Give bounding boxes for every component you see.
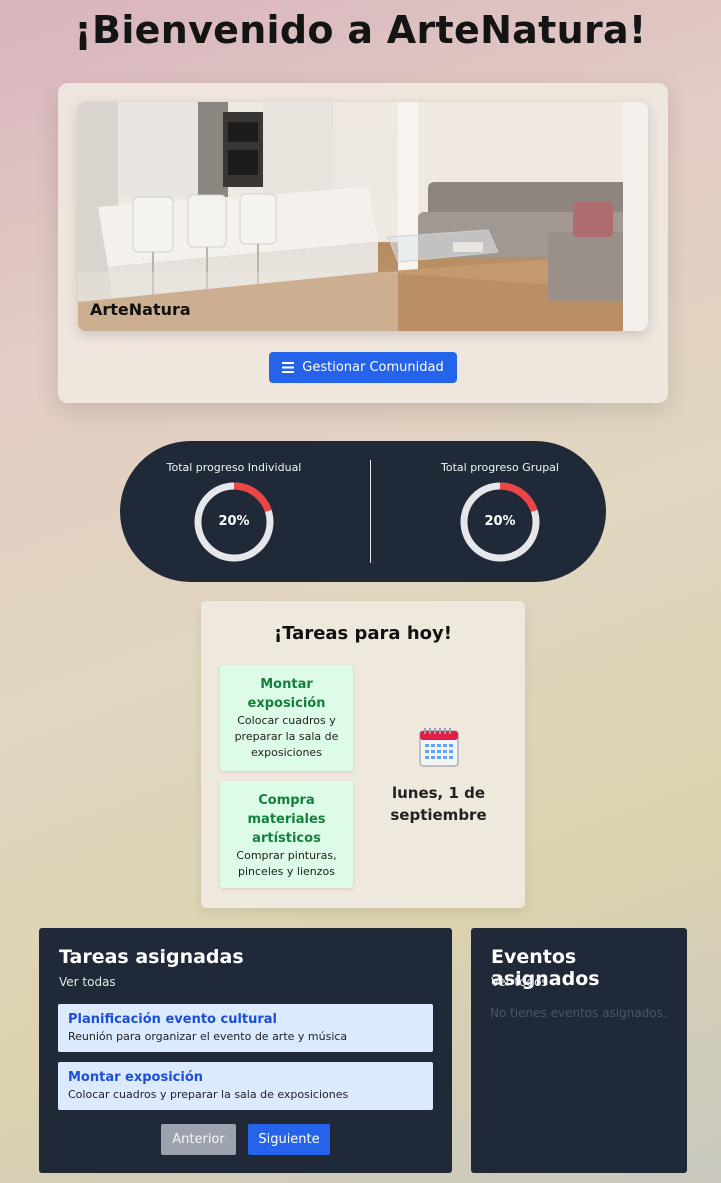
today-task-title: Montar exposición: [247, 677, 326, 711]
assigned-task-title: Planificación evento cultural: [68, 1012, 278, 1027]
assigned-tasks-panel: Tareas asignadas Ver todas Planificación…: [39, 928, 452, 1173]
see-all-events-link[interactable]: Ver todos: [491, 975, 548, 989]
individual-progress-label: Total progreso Individual: [166, 461, 302, 474]
hero-card: ArteNatura Gestionar Comunidad: [58, 83, 668, 403]
previous-button[interactable]: Anterior: [161, 1124, 236, 1155]
progress-summary: Total progreso Individual 20% Total prog…: [120, 441, 606, 582]
individual-progress-value: 20%: [218, 514, 250, 529]
see-all-tasks-link[interactable]: Ver todas: [59, 975, 116, 989]
today-tasks-card: ¡Tareas para hoy! Montar exposición Colo…: [201, 601, 525, 908]
no-events-message: No tienes eventos asignados.: [490, 1006, 667, 1020]
today-task-card[interactable]: Compra materiales artísticos Comprar pin…: [220, 781, 353, 888]
progress-divider: [370, 460, 371, 563]
manage-community-label: Gestionar Comunidad: [302, 360, 444, 375]
menu-icon: [282, 362, 295, 373]
page-title: ¡Bienvenido a ArteNatura!: [74, 8, 647, 52]
group-progress-value: 20%: [484, 514, 516, 529]
individual-progress-ring: 20%: [193, 481, 275, 563]
calendar-icon: [418, 728, 459, 767]
assigned-task-item[interactable]: Montar exposición Colocar cuadros y prep…: [58, 1062, 433, 1110]
assigned-task-desc: Reunión para organizar el evento de arte…: [68, 1030, 348, 1043]
group-progress: Total progreso Grupal 20%: [410, 461, 590, 563]
manage-community-button[interactable]: Gestionar Comunidad: [269, 352, 457, 383]
hero-image-label: ArteNatura: [90, 300, 191, 319]
assigned-tasks-title: Tareas asignadas: [59, 946, 244, 968]
assigned-task-desc: Colocar cuadros y preparar la sala de ex…: [68, 1088, 349, 1101]
group-progress-label: Total progreso Grupal: [441, 461, 559, 474]
individual-progress: Total progreso Individual 20%: [144, 461, 324, 563]
assigned-task-title: Montar exposición: [68, 1070, 204, 1085]
assigned-task-item[interactable]: Planificación evento cultural Reunión pa…: [58, 1004, 433, 1052]
next-button[interactable]: Siguiente: [248, 1124, 330, 1155]
today-task-title: Compra materiales artísticos: [247, 793, 326, 846]
hero-image: ArteNatura: [78, 102, 648, 331]
today-tasks-title: ¡Tareas para hoy!: [274, 623, 452, 644]
today-task-desc: Colocar cuadros y preparar la sala de ex…: [234, 714, 339, 759]
group-progress-ring: 20%: [459, 481, 541, 563]
today-date: lunes, 1 de septiembre: [390, 784, 487, 824]
assigned-events-panel: Eventos asignados Ver todos No tienes ev…: [471, 928, 687, 1173]
today-task-card[interactable]: Montar exposición Colocar cuadros y prep…: [220, 665, 353, 771]
today-task-desc: Comprar pinturas, pinceles y lienzos: [236, 849, 337, 878]
today-date-block: lunes, 1 de septiembre: [376, 726, 501, 826]
